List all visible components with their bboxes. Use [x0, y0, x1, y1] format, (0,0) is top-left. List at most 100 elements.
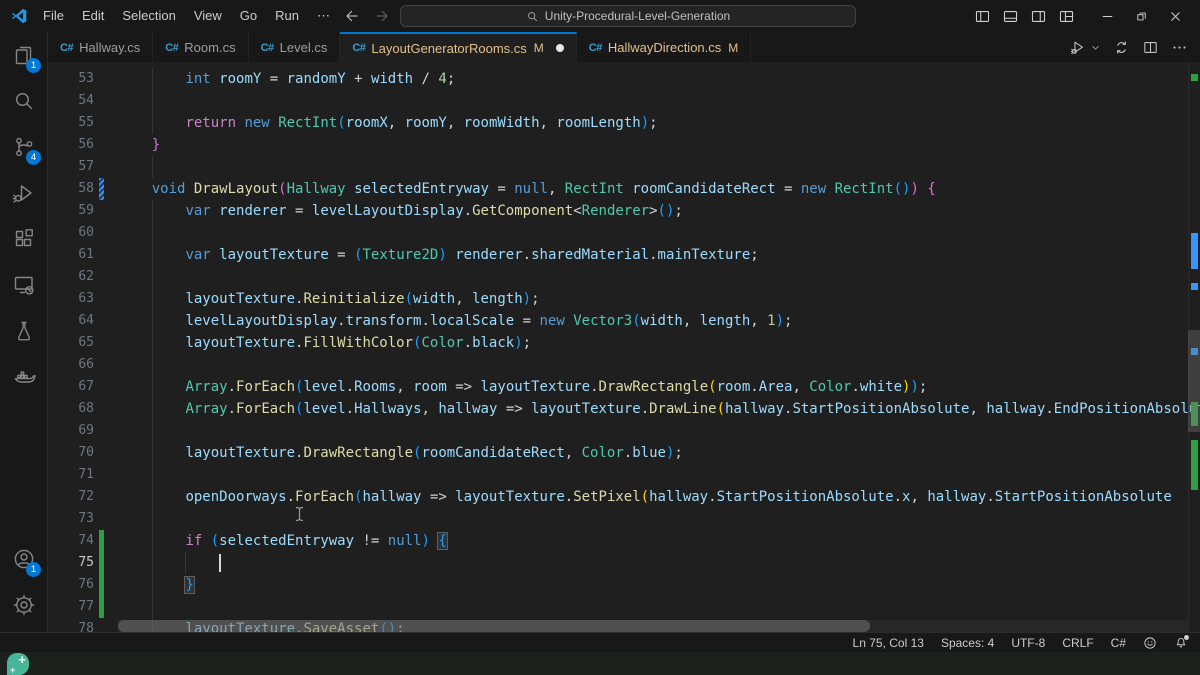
- maximize-icon[interactable]: [1124, 0, 1158, 32]
- tab-hallway-cs[interactable]: C#Hallway.cs: [48, 32, 153, 62]
- line-number[interactable]: 66: [48, 354, 94, 376]
- customize-layout-icon[interactable]: [1052, 0, 1080, 32]
- menu-item-run[interactable]: Run: [266, 5, 308, 27]
- tab-hallwaydirection-cs[interactable]: C#HallwayDirection.csM: [577, 32, 751, 62]
- line-number[interactable]: 61: [48, 244, 94, 266]
- more-actions-icon[interactable]: [1171, 39, 1188, 56]
- go-back-icon[interactable]: [344, 8, 360, 24]
- line-number[interactable]: 55: [48, 112, 94, 134]
- horizontal-scrollbar-thumb[interactable]: [118, 620, 870, 632]
- code-line-63[interactable]: layoutTexture.Reinitialize(width, length…: [118, 288, 540, 310]
- search-value: Unity-Procedural-Level-Generation: [545, 9, 730, 23]
- code-line-68[interactable]: Array.ForEach(level.Hallways, hallway =>…: [118, 398, 1200, 420]
- status-language-mode[interactable]: C#: [1111, 636, 1126, 650]
- line-number[interactable]: 77: [48, 596, 94, 618]
- activity-remote-explorer[interactable]: [0, 262, 47, 308]
- line-number[interactable]: 74: [48, 530, 94, 552]
- status-feedback[interactable]: [1143, 636, 1157, 650]
- unsaved-dot-icon[interactable]: [556, 44, 564, 52]
- feedback-smiley-icon: [1143, 636, 1157, 650]
- toggle-secondary-sidebar-icon[interactable]: [1024, 0, 1052, 32]
- line-number[interactable]: 62: [48, 266, 94, 288]
- status-cursor-position[interactable]: Ln 75, Col 13: [853, 636, 924, 650]
- tab-level-cs[interactable]: C#Level.cs: [249, 32, 341, 62]
- toggle-panel-icon[interactable]: [996, 0, 1024, 32]
- run-or-debug-icon[interactable]: [1070, 39, 1087, 56]
- code-line-72[interactable]: openDoorways.ForEach(hallway => layoutTe…: [118, 486, 1172, 508]
- status-indentation[interactable]: Spaces: 4: [941, 636, 994, 650]
- line-number[interactable]: 59: [48, 200, 94, 222]
- vertical-scrollbar-thumb[interactable]: [1188, 330, 1200, 432]
- code-line-64[interactable]: levelLayoutDisplay.transform.localScale …: [118, 310, 792, 332]
- code-line-56[interactable]: }: [118, 134, 160, 156]
- leaf-plus-icon[interactable]: ++: [7, 653, 29, 675]
- code-line-58[interactable]: void DrawLayout(Hallway selectedEntryway…: [118, 178, 936, 200]
- activity-search[interactable]: [0, 78, 47, 124]
- code-line-53[interactable]: int roomY = randomY + width / 4;: [118, 68, 455, 90]
- line-number[interactable]: 64: [48, 310, 94, 332]
- menu-item-selection[interactable]: Selection: [113, 5, 184, 27]
- command-center-search[interactable]: Unity-Procedural-Level-Generation: [400, 5, 856, 27]
- git-gutter-modified[interactable]: [99, 178, 104, 200]
- toggle-sidebar-icon[interactable]: [968, 0, 996, 32]
- activity-run-debug[interactable]: [0, 170, 47, 216]
- status-eol-sequence[interactable]: CRLF: [1062, 636, 1093, 650]
- chevron-down-icon[interactable]: [1090, 42, 1101, 53]
- close-icon[interactable]: [1158, 0, 1192, 32]
- menu-item-go[interactable]: Go: [231, 5, 266, 27]
- activity-explorer[interactable]: 1: [0, 32, 47, 78]
- menu-item-file[interactable]: File: [34, 5, 73, 27]
- line-number[interactable]: 56: [48, 134, 94, 156]
- line-number[interactable]: 72: [48, 486, 94, 508]
- git-gutter-added[interactable]: [99, 552, 104, 574]
- line-number[interactable]: 57: [48, 156, 94, 178]
- activity-docker[interactable]: [0, 354, 47, 400]
- activity-extensions[interactable]: [0, 216, 47, 262]
- status-notifications[interactable]: [1174, 636, 1188, 650]
- line-number[interactable]: 68: [48, 398, 94, 420]
- line-number[interactable]: 53: [48, 68, 94, 90]
- code-line-70[interactable]: layoutTexture.DrawRectangle(roomCandidat…: [118, 442, 683, 464]
- line-number[interactable]: 76: [48, 574, 94, 596]
- split-editor-icon[interactable]: [1142, 39, 1159, 56]
- line-number[interactable]: 73: [48, 508, 94, 530]
- code-line-65[interactable]: layoutTexture.FillWithColor(Color.black)…: [118, 332, 531, 354]
- line-number[interactable]: 58: [48, 178, 94, 200]
- tab-room-cs[interactable]: C#Room.cs: [153, 32, 248, 62]
- line-number[interactable]: 78: [48, 618, 94, 632]
- go-forward-icon[interactable]: [374, 8, 390, 24]
- line-number[interactable]: 67: [48, 376, 94, 398]
- line-number[interactable]: 75: [48, 552, 94, 574]
- activity-bar-bottom: 1: [0, 536, 47, 632]
- indent-guide: [152, 156, 153, 178]
- line-number[interactable]: 71: [48, 464, 94, 486]
- git-gutter-added[interactable]: [99, 596, 104, 618]
- open-changes-icon[interactable]: [1113, 39, 1130, 56]
- code-editor[interactable]: 53 int roomY = randomY + width / 4;5455 …: [48, 62, 1200, 632]
- code-line-76[interactable]: }: [118, 574, 194, 596]
- minimize-icon[interactable]: [1090, 0, 1124, 32]
- activity-testing[interactable]: [0, 308, 47, 354]
- line-number[interactable]: 63: [48, 288, 94, 310]
- git-gutter-added[interactable]: [99, 574, 104, 596]
- status-encoding[interactable]: UTF-8: [1011, 636, 1045, 650]
- docker-icon: [12, 365, 36, 389]
- activity-settings[interactable]: [0, 582, 47, 628]
- code-line-74[interactable]: if (selectedEntryway != null) {: [118, 530, 447, 552]
- menu-item-edit[interactable]: Edit: [73, 5, 113, 27]
- code-line-59[interactable]: var renderer = levelLayoutDisplay.GetCom…: [118, 200, 683, 222]
- line-number[interactable]: 60: [48, 222, 94, 244]
- line-number[interactable]: 69: [48, 420, 94, 442]
- line-number[interactable]: 70: [48, 442, 94, 464]
- code-line-67[interactable]: Array.ForEach(level.Rooms, room => layou…: [118, 376, 927, 398]
- activity-accounts[interactable]: 1: [0, 536, 47, 582]
- code-line-61[interactable]: var layoutTexture = (Texture2D) renderer…: [118, 244, 759, 266]
- git-gutter-added[interactable]: [99, 530, 104, 552]
- line-number[interactable]: 54: [48, 90, 94, 112]
- menu-item-more[interactable]: ⋯: [308, 5, 339, 27]
- code-line-55[interactable]: return new RectInt(roomX, roomY, roomWid…: [118, 112, 658, 134]
- menu-item-view[interactable]: View: [185, 5, 231, 27]
- activity-source-control[interactable]: 4: [0, 124, 47, 170]
- line-number[interactable]: 65: [48, 332, 94, 354]
- tab-layoutgeneratorrooms-cs[interactable]: C#LayoutGeneratorRooms.csM: [340, 32, 576, 62]
